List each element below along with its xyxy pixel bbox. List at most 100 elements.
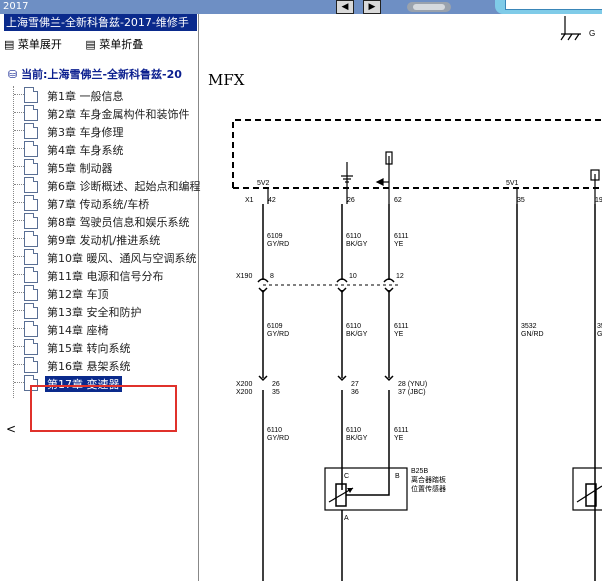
pin-label: 35	[517, 197, 525, 204]
wire-number: 6110	[346, 233, 361, 240]
pin-label: 62	[394, 197, 402, 204]
expand-label: 菜单展开	[17, 38, 62, 51]
v5v1-label: 5V1	[506, 180, 519, 187]
brand-logo-icon	[407, 2, 451, 12]
pin-label: 42	[268, 197, 276, 204]
wire-color: GN/RD	[521, 331, 544, 338]
nav-back-button[interactable]: ◀	[336, 0, 354, 14]
pin-label: 19	[595, 197, 602, 204]
window-title: 2017	[3, 1, 29, 12]
tree-connector-line	[13, 86, 14, 398]
document-icon	[24, 177, 38, 193]
wire-number: 6110	[346, 427, 361, 434]
tree-item-label: 第15章 转向系统	[47, 342, 131, 355]
wire-color: YE	[394, 435, 404, 442]
chassis-ground-icon	[560, 16, 581, 41]
tree-item-label: 第14章 座椅	[47, 324, 109, 337]
tree-item-label: 第7章 传动系统/车桥	[47, 198, 150, 211]
wiring-diagram: G 5V2 5V1 X1 42 26 62 35 19 6109 GY/RD 6…	[232, 16, 602, 581]
pin-label: 36	[351, 389, 359, 396]
tree-item-label: 第2章 车身金属构件和装饰件	[47, 108, 190, 121]
wire-number: 6111	[394, 323, 409, 330]
tree-item-label: 第13章 安全和防护	[47, 306, 142, 319]
highlight-box	[30, 385, 177, 432]
pin-label: 35	[272, 389, 280, 396]
document-icon	[24, 321, 38, 337]
pin-label: 26	[347, 197, 355, 204]
document-icon	[24, 339, 38, 355]
wire-number: 35	[597, 323, 602, 330]
wire-color: GY/RD	[267, 241, 289, 248]
tree-item-label: 第10章 暖风、通风与空调系统	[47, 252, 197, 265]
wire-number: 6110	[346, 323, 361, 330]
sensor-pin-label: B	[395, 473, 400, 480]
tree-item-label: 第3章 车身修理	[47, 126, 124, 139]
wire-color: BK/GY	[346, 241, 368, 248]
current-manual[interactable]: ⛁ 当前:上海雪佛兰-全新科鲁兹-20	[8, 66, 182, 82]
tree-item-label: 第12章 车顶	[47, 288, 109, 301]
collapse-label: 菜单折叠	[99, 38, 144, 51]
tree-item-label: 第5章 制动器	[47, 162, 113, 175]
pin-label: 8	[270, 273, 274, 280]
pin-label: 10	[349, 273, 357, 280]
tree-toolbar: ▤ 菜单展开 ▤ 菜单折叠	[4, 36, 163, 52]
sensor-pin-label: A	[344, 515, 349, 522]
wire-color: YE	[394, 331, 404, 338]
tree-item-label: 第16章 悬架系统	[47, 360, 131, 373]
collapse-menu-button[interactable]: ▤ 菜单折叠	[85, 38, 153, 51]
wire-color: GY/RD	[267, 435, 289, 442]
document-icon	[24, 105, 38, 121]
panel-title: 上海雪佛兰-全新科鲁兹-2017-维修手	[4, 14, 197, 31]
tree-item-label: 第6章 诊断概述、起始点和编程	[47, 180, 201, 193]
internal-circuit	[267, 151, 600, 204]
document-icon	[24, 357, 38, 373]
wire-number: 3532	[521, 323, 537, 330]
document-icon	[24, 231, 38, 247]
document-icon	[24, 285, 38, 301]
wires	[262, 204, 596, 581]
document-icon	[24, 87, 38, 103]
wire-color: YE	[394, 241, 404, 248]
scroll-left-arrow[interactable]: <	[6, 422, 16, 436]
tree-item-label: 第9章 发动机/推进系统	[47, 234, 161, 247]
nav-forward-button[interactable]: ▶	[363, 0, 381, 14]
partial-sensor	[572, 467, 602, 511]
x190-connector-label: X190	[236, 273, 252, 280]
wire-color: GY/RD	[267, 331, 289, 338]
tree-item-label: 第8章 驾驶员信息和娱乐系统	[47, 216, 190, 229]
wire-number: 6111	[394, 427, 409, 434]
diagram-pane: MFX G 5V2 5V1 X1 42 26 62 35 19 6109 GY/…	[199, 14, 602, 581]
current-manual-label: 当前:上海雪佛兰-全新科鲁兹-20	[21, 68, 182, 81]
ground-label: G	[589, 29, 595, 38]
pin-label: 12	[396, 273, 404, 280]
wire-number: 6109	[267, 323, 283, 330]
wire-color: G	[597, 331, 602, 338]
v5v2-label: 5V2	[257, 180, 270, 187]
x200-connector-label: X200	[236, 381, 252, 388]
pedal-position-sensor: C B A	[324, 467, 408, 522]
navigation-panel: 上海雪佛兰-全新科鲁兹-2017-维修手 ▤ 菜单展开 ▤ 菜单折叠 ⛁ 当前:…	[0, 14, 201, 581]
pin-label: 26	[272, 381, 280, 388]
sensor-pin-label: C	[344, 473, 349, 480]
document-icon	[24, 213, 38, 229]
tree-item-label: 第4章 车身系统	[47, 144, 124, 157]
book-stack-icon: ⛁	[8, 68, 18, 81]
expand-menu-button[interactable]: ▤ 菜单展开	[4, 38, 72, 51]
document-icon	[24, 249, 38, 265]
tree-item-label: 第1章 一般信息	[47, 90, 124, 103]
brand-banner-inner	[505, 0, 602, 10]
pin-label: 37 (JBC)	[398, 389, 426, 396]
wire-number: 6111	[394, 233, 409, 240]
wire-number: 6110	[267, 427, 282, 434]
wire-number: 6109	[267, 233, 283, 240]
sensor-name-line-2: 位置传感器	[411, 484, 446, 493]
document-icon	[24, 303, 38, 319]
wire-color: BK/GY	[346, 435, 368, 442]
document-icon	[24, 159, 38, 175]
sensor-name-line-1: 离合器踏板	[411, 475, 446, 484]
wire-color: BK/GY	[346, 331, 368, 338]
document-icon	[24, 267, 38, 283]
pin-label: 27	[351, 381, 359, 388]
pin-label: 28 (YNU)	[398, 381, 427, 388]
connector-pins	[258, 375, 394, 382]
